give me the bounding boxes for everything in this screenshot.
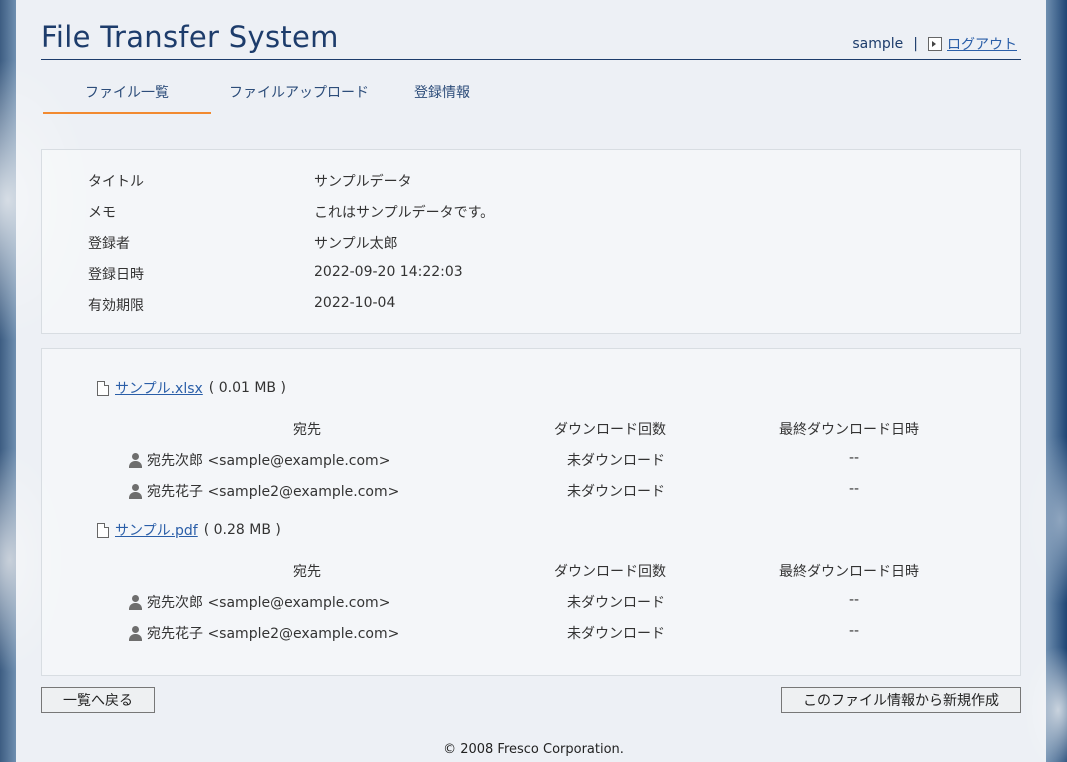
recipient-cell: 宛先次郎 <sample@example.com> — [128, 450, 390, 470]
info-value: これはサンプルデータです。 — [314, 205, 495, 221]
user-area: sample | ログアウト — [852, 34, 1017, 54]
last-download: -- — [848, 623, 860, 639]
table-row: 宛先次郎 <sample@example.com> 未ダウンロード -- — [42, 592, 1020, 612]
file-list-panel: サンプル.xlsx ( 0.01 MB ) 宛先 ダウンロード回数 最終ダウンロ… — [41, 348, 1021, 676]
file-heading: サンプル.xlsx ( 0.01 MB ) — [97, 378, 286, 398]
person-icon — [128, 594, 142, 610]
recipient-cell: 宛先次郎 <sample@example.com> — [128, 592, 390, 612]
last-download: -- — [848, 481, 860, 497]
col-last-download: 最終ダウンロード日時 — [779, 564, 919, 580]
logout-icon — [928, 37, 942, 51]
table-row: 宛先花子 <sample2@example.com> 未ダウンロード -- — [42, 623, 1020, 643]
info-label: メモ — [88, 205, 116, 221]
download-count: 未ダウンロード — [567, 453, 665, 469]
info-value: 2022-10-04 — [314, 295, 396, 311]
col-recipient: 宛先 — [293, 422, 321, 438]
file-icon — [97, 522, 109, 538]
info-value: サンプルデータ — [314, 174, 412, 190]
download-count: 未ダウンロード — [567, 595, 665, 611]
col-recipient: 宛先 — [293, 564, 321, 580]
app-title: File Transfer System — [41, 20, 339, 54]
title-divider — [41, 59, 1021, 60]
table-row: 宛先次郎 <sample@example.com> 未ダウンロード -- — [42, 450, 1020, 470]
info-label: 登録日時 — [88, 267, 144, 283]
info-row-registered-at: 登録日時 2022-09-20 14:22:03 — [88, 264, 463, 284]
file-heading: サンプル.pdf ( 0.28 MB ) — [97, 520, 281, 540]
file-size: ( 0.01 MB ) — [208, 380, 286, 396]
info-label: タイトル — [88, 174, 144, 190]
info-label: 登録者 — [88, 236, 130, 252]
recipient-name: 宛先次郎 <sample@example.com> — [147, 453, 391, 469]
person-icon — [128, 452, 142, 468]
file-icon — [97, 380, 109, 396]
person-icon — [128, 625, 142, 641]
person-icon — [128, 483, 142, 499]
col-download-count: ダウンロード回数 — [554, 422, 666, 438]
table-row: 宛先花子 <sample2@example.com> 未ダウンロード -- — [42, 481, 1020, 501]
username: sample — [852, 36, 904, 52]
tab-bar: ファイル一覧 ファイルアップロード 登録情報 — [43, 80, 494, 114]
recipient-name: 宛先次郎 <sample@example.com> — [147, 595, 391, 611]
info-label: 有効期限 — [88, 298, 144, 314]
col-last-download: 最終ダウンロード日時 — [779, 422, 919, 438]
recipient-name: 宛先花子 <sample2@example.com> — [147, 626, 400, 642]
tab-registration-info[interactable]: 登録情報 — [387, 80, 494, 112]
logout-link[interactable]: ログアウト — [928, 34, 1017, 54]
download-count: 未ダウンロード — [567, 484, 665, 500]
info-row-memo: メモ これはサンプルデータです。 — [88, 202, 494, 222]
back-to-list-button[interactable]: 一覧へ戻る — [41, 687, 155, 713]
tab-file-list[interactable]: ファイル一覧 — [43, 80, 211, 114]
file-link[interactable]: サンプル.xlsx — [115, 378, 203, 398]
info-value: サンプル太郎 — [314, 236, 398, 252]
last-download: -- — [848, 592, 860, 608]
col-download-count: ダウンロード回数 — [554, 564, 666, 580]
file-link[interactable]: サンプル.pdf — [115, 520, 198, 540]
recipient-cell: 宛先花子 <sample2@example.com> — [128, 481, 399, 501]
file-size: ( 0.28 MB ) — [203, 522, 281, 538]
info-row-title: タイトル サンプルデータ — [88, 171, 412, 191]
tab-file-upload[interactable]: ファイルアップロード — [211, 80, 387, 112]
recipient-cell: 宛先花子 <sample2@example.com> — [128, 623, 399, 643]
info-value: 2022-09-20 14:22:03 — [314, 264, 463, 280]
info-row-registrant: 登録者 サンプル太郎 — [88, 233, 398, 253]
info-row-expiry: 有効期限 2022-10-04 — [88, 295, 395, 315]
footer-copyright: © 2008 Fresco Corporation. — [443, 742, 624, 757]
user-separator: | — [913, 36, 918, 52]
download-count: 未ダウンロード — [567, 626, 665, 642]
recipient-name: 宛先花子 <sample2@example.com> — [147, 484, 400, 500]
logout-label: ログアウト — [947, 37, 1017, 53]
last-download: -- — [848, 450, 860, 466]
create-new-from-file-button[interactable]: このファイル情報から新規作成 — [781, 687, 1021, 713]
file-info-panel: タイトル サンプルデータ メモ これはサンプルデータです。 登録者 サンプル太郎… — [41, 149, 1021, 334]
